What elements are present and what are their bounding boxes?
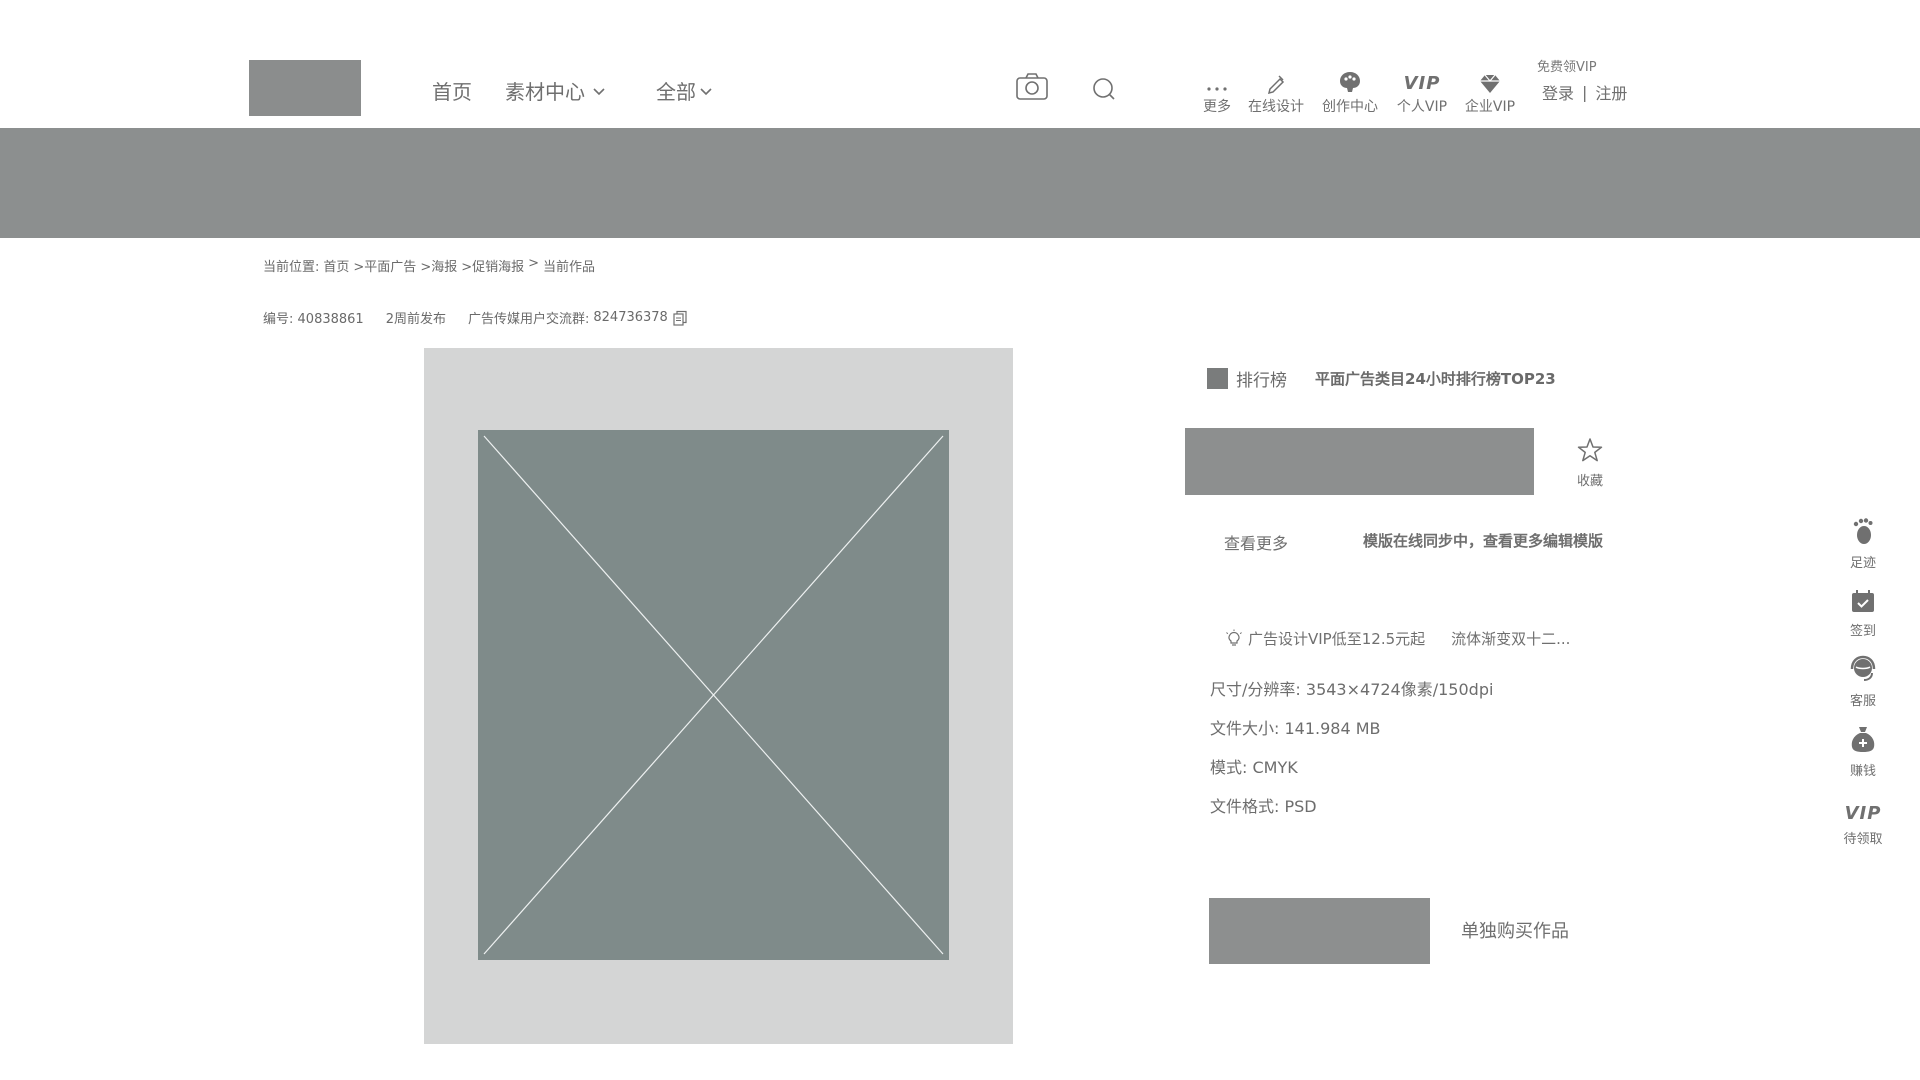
breadcrumb-item[interactable]: >促销海报	[461, 256, 524, 275]
float-checkin-label: 签到	[1849, 624, 1876, 639]
spec-file-size-value: 141.984 MB	[1284, 719, 1381, 738]
tool-enterprise-vip[interactable]: 企业VIP	[1458, 66, 1522, 116]
see-more-link[interactable]: 查看更多	[1224, 530, 1288, 554]
collect-button[interactable]: 收藏	[1570, 436, 1610, 489]
ranking-row[interactable]: 排行榜 平面广告类目24小时排行榜TOP23	[1207, 366, 1556, 391]
more-icon	[1207, 87, 1227, 91]
auth-separator: |	[1582, 82, 1588, 102]
ranking-icon	[1207, 368, 1228, 389]
promo-row: 广告设计VIP低至12.5元起 流体渐变双十二...	[1224, 628, 1570, 649]
ranking-title: 排行榜	[1236, 371, 1287, 391]
spec-file-size: 文件大小: 141.984 MB	[1210, 715, 1381, 739]
float-footprint[interactable]: 足迹	[1840, 516, 1886, 571]
nav-all-label: 全部	[656, 80, 696, 104]
vip-icon: VIP	[1844, 802, 1882, 824]
spec-format-value: PSD	[1284, 797, 1317, 816]
work-id-label: 编号:	[263, 312, 294, 327]
spec-mode-value: CMYK	[1252, 758, 1298, 777]
breadcrumb-item[interactable]: >海报	[420, 256, 457, 275]
preview-image-placeholder[interactable]	[478, 430, 949, 960]
spec-size-value: 3543×4724像素/150dpi	[1305, 680, 1494, 699]
breadcrumb: 当前位置: 首页 >平面广告 >海报 >促销海报 > 当前作品	[263, 256, 595, 275]
download-button[interactable]	[1209, 898, 1430, 964]
publish-time: 2周前发布	[385, 312, 446, 327]
customer-service-icon	[1850, 655, 1876, 681]
nav-materials[interactable]: 素材中心	[505, 76, 607, 105]
nav-materials-label: 素材中心	[505, 80, 585, 104]
tool-online-design[interactable]: 在线设计	[1244, 66, 1308, 116]
spec-size: 尺寸/分辨率: 3543×4724像素/150dpi	[1210, 676, 1493, 700]
float-vip-claim[interactable]: VIP 待领取	[1840, 800, 1886, 848]
tool-more-label: 更多	[1203, 99, 1231, 115]
ranking-subtitle: 平面广告类目24小时排行榜TOP23	[1315, 370, 1556, 388]
tool-personal-vip-label: 个人VIP	[1396, 99, 1448, 115]
float-customer-service-label: 客服	[1849, 694, 1876, 709]
float-customer-service[interactable]: 客服	[1840, 654, 1886, 709]
chevron-down-icon	[700, 87, 712, 95]
spec-file-size-label: 文件大小:	[1210, 719, 1280, 738]
spec-format: 文件格式: PSD	[1210, 793, 1317, 817]
user-group-label: 广告传媒用户交流群:	[467, 312, 590, 327]
pen-icon	[1267, 75, 1285, 94]
primary-action-button[interactable]	[1185, 428, 1534, 495]
work-id-value: 40838861	[297, 312, 364, 327]
diamond-icon	[1480, 74, 1500, 93]
calendar-check-icon	[1852, 590, 1874, 612]
float-vip-claim-label: 待领取	[1843, 832, 1883, 847]
work-id: 编号: 40838861	[263, 308, 364, 327]
spec-format-label: 文件格式:	[1210, 797, 1280, 816]
spec-mode-label: 模式:	[1210, 758, 1248, 777]
nav-home[interactable]: 首页	[432, 76, 472, 105]
lightbulb-icon	[1226, 629, 1242, 646]
login-link[interactable]: 登录	[1542, 80, 1574, 104]
image-placeholder-cross	[483, 435, 944, 955]
float-earn-label: 赚钱	[1849, 764, 1876, 779]
float-earn[interactable]: 赚钱	[1840, 724, 1886, 779]
tool-enterprise-vip-label: 企业VIP	[1464, 99, 1516, 115]
tool-creation-center[interactable]: 创作中心	[1318, 66, 1382, 116]
breadcrumb-item[interactable]: >平面广告	[353, 256, 416, 275]
register-link[interactable]: 注册	[1595, 80, 1627, 104]
chevron-down-icon	[593, 87, 605, 95]
palette-icon	[1340, 72, 1360, 92]
breadcrumb-item[interactable]: 首页	[323, 256, 349, 275]
money-bag-icon	[1851, 727, 1875, 752]
camera-search-icon[interactable]	[1015, 72, 1049, 106]
search-icon[interactable]	[1091, 76, 1117, 106]
user-group-value: 824736378	[593, 310, 668, 325]
free-vip-promo[interactable]: 免费领VIP	[1537, 56, 1597, 75]
breadcrumb-prefix: 当前位置:	[263, 260, 320, 275]
tool-online-design-label: 在线设计	[1248, 99, 1304, 115]
template-sync-note[interactable]: 模版在线同步中，查看更多编辑模版	[1363, 530, 1603, 551]
auth-links: 登录 | 注册	[1542, 80, 1627, 104]
float-checkin[interactable]: 签到	[1840, 588, 1886, 639]
spec-mode: 模式: CMYK	[1210, 754, 1298, 778]
nav-home-label: 首页	[432, 80, 472, 104]
banner-placeholder	[0, 128, 1920, 238]
site-logo[interactable]	[249, 60, 361, 116]
float-footprint-label: 足迹	[1849, 556, 1876, 571]
collect-label: 收藏	[1576, 474, 1603, 489]
buy-single-link[interactable]: 单独购买作品	[1461, 917, 1569, 943]
work-info: 编号: 40838861 2周前发布 广告传媒用户交流群: 824736378	[263, 308, 688, 327]
user-group: 广告传媒用户交流群: 824736378	[468, 308, 688, 327]
breadcrumb-separator: >	[528, 256, 540, 271]
promo-item[interactable]: 流体渐变双十二...	[1451, 628, 1570, 649]
star-icon	[1577, 438, 1603, 462]
tool-more[interactable]: 更多	[1185, 66, 1249, 116]
footprint-icon	[1853, 518, 1873, 544]
tool-personal-vip[interactable]: VIP 个人VIP	[1390, 66, 1454, 116]
nav-all[interactable]: 全部	[656, 76, 714, 105]
vip-icon: VIP	[1403, 73, 1441, 94]
tool-creation-center-label: 创作中心	[1322, 99, 1378, 115]
copy-icon[interactable]	[672, 310, 688, 326]
promo-vip-discount[interactable]: 广告设计VIP低至12.5元起	[1248, 628, 1425, 649]
breadcrumb-current: 当前作品	[543, 260, 596, 275]
spec-size-label: 尺寸/分辨率:	[1210, 680, 1301, 699]
